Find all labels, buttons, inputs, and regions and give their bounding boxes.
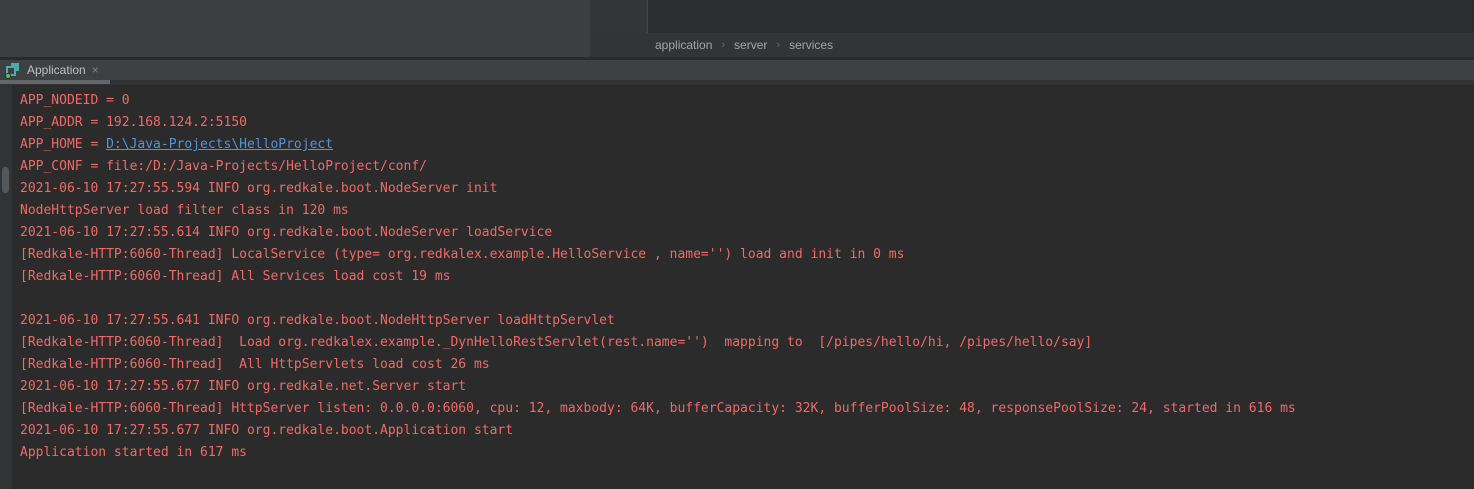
breadcrumb-separator-icon: › <box>776 39 780 51</box>
editor-area: application › server › services <box>590 0 1474 57</box>
running-indicator-dot <box>5 73 11 79</box>
gutter-scroll-thumb[interactable] <box>2 167 9 193</box>
console-line: [Redkale-HTTP:6060-Thread] Load org.redk… <box>20 332 1474 354</box>
breadcrumb-item-application[interactable]: application <box>655 38 712 52</box>
console-line: [Redkale-HTTP:6060-Thread] LocalService … <box>20 244 1474 266</box>
console-text: 2021-06-10 17:27:55.677 INFO org.redkale… <box>20 423 513 438</box>
breadcrumb-item-server[interactable]: server <box>734 38 767 52</box>
tab-application-label: Application <box>27 63 86 77</box>
console-text: APP_HOME = <box>20 137 106 152</box>
console-line: [Redkale-HTTP:6060-Thread] HttpServer li… <box>20 398 1474 420</box>
console-text: [Redkale-HTTP:6060-Thread] HttpServer li… <box>20 401 1296 416</box>
console-line: APP_HOME = D:\Java-Projects\HelloProject <box>20 134 1474 156</box>
console-text: Application started in 617 ms <box>20 445 247 460</box>
console-text: 2021-06-10 17:27:55.677 INFO org.redkale… <box>20 379 466 394</box>
top-left-panel: application › server › services <box>0 0 1474 57</box>
console-text: 2021-06-10 17:27:55.594 INFO org.redkale… <box>20 181 497 196</box>
console-lines: APP_NODEID = 0 APP_ADDR = 192.168.124.2:5… <box>20 90 1474 464</box>
close-icon[interactable]: × <box>92 64 99 76</box>
console-text: [Redkale-HTTP:6060-Thread] Load org.redk… <box>20 335 1092 350</box>
tab-application[interactable]: Application × <box>0 60 107 80</box>
breadcrumb-separator-icon: › <box>721 39 725 51</box>
active-tab-underline <box>0 80 110 84</box>
console-line <box>20 288 1474 310</box>
console-text: 2021-06-10 17:27:55.641 INFO org.redkale… <box>20 313 615 328</box>
console-line: APP_CONF = file:/D:/Java-Projects/HelloP… <box>20 156 1474 178</box>
console-text: [Redkale-HTTP:6060-Thread] All Services … <box>20 269 450 284</box>
console-text: NodeHttpServer load filter class in 120 … <box>20 203 349 218</box>
console-line: 2021-06-10 17:27:55.614 INFO org.redkale… <box>20 222 1474 244</box>
console-text: APP_ADDR = 192.168.124.2:5150 <box>20 115 247 130</box>
console-line: 2021-06-10 17:27:55.594 INFO org.redkale… <box>20 178 1474 200</box>
breadcrumb-item-services[interactable]: services <box>789 38 833 52</box>
console-text: [Redkale-HTTP:6060-Thread] LocalService … <box>20 247 904 262</box>
console-file-link[interactable]: D:\Java-Projects\HelloProject <box>106 137 333 152</box>
console-line: [Redkale-HTTP:6060-Thread] All HttpServl… <box>20 354 1474 376</box>
console-left-gutter <box>0 85 12 489</box>
console-line: 2021-06-10 17:27:55.677 INFO org.redkale… <box>20 376 1474 398</box>
console-line: Application started in 617 ms <box>20 442 1474 464</box>
console-line: APP_ADDR = 192.168.124.2:5150 <box>20 112 1474 134</box>
console-line: APP_NODEID = 0 <box>20 90 1474 112</box>
console-text: [Redkale-HTTP:6060-Thread] All HttpServl… <box>20 357 490 372</box>
console-tab-bar: Application × <box>0 60 1474 80</box>
console-line: 2021-06-10 17:27:55.641 INFO org.redkale… <box>20 310 1474 332</box>
editor-subpanel <box>590 0 648 33</box>
console-line: 2021-06-10 17:27:55.677 INFO org.redkale… <box>20 420 1474 442</box>
console-text: APP_NODEID = 0 <box>20 93 130 108</box>
console-output[interactable]: APP_NODEID = 0 APP_ADDR = 192.168.124.2:5… <box>0 85 1474 489</box>
console-line: NodeHttpServer load filter class in 120 … <box>20 200 1474 222</box>
editor-top-strip <box>590 0 1474 33</box>
console-line: [Redkale-HTTP:6060-Thread] All Services … <box>20 266 1474 288</box>
console-text: APP_CONF = file:/D:/Java-Projects/HelloP… <box>20 159 427 174</box>
console-text: 2021-06-10 17:27:55.614 INFO org.redkale… <box>20 225 552 240</box>
breadcrumb: application › server › services <box>590 33 1474 57</box>
run-console-icon <box>5 63 21 78</box>
